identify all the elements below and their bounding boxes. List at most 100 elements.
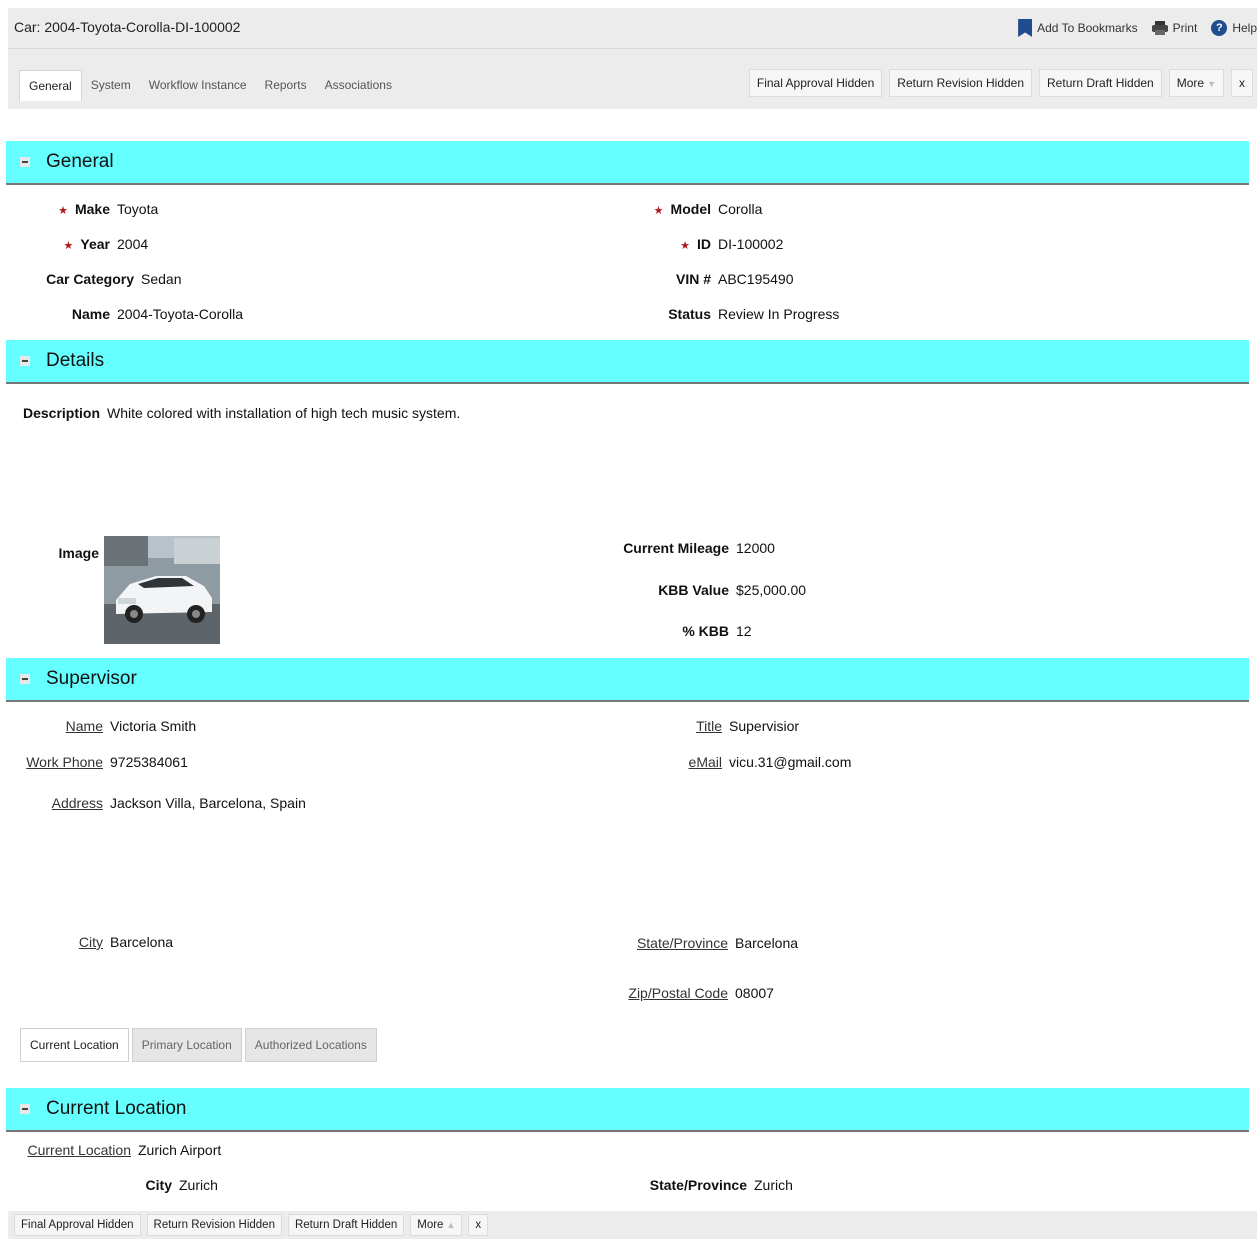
help-button[interactable]: ? Help [1211,20,1257,36]
workflow-actions: Final Approval Hidden Return Revision Hi… [742,69,1253,97]
supervisor-title-link[interactable]: Title [500,718,729,734]
location-tabs: Current Location Primary Location Author… [20,1028,380,1062]
tab-workflow-instance[interactable]: Workflow Instance [140,70,256,101]
tab-reports[interactable]: Reports [256,70,316,101]
current-location-section-title: Current Location [46,1098,187,1119]
email-value: vicu.31@gmail.com [729,754,852,770]
car-category-label: Car Category [46,271,134,287]
vin-value: ABC195490 [718,271,794,287]
work-phone-link[interactable]: Work Phone [0,754,110,770]
supervisor-section-header[interactable]: Supervisor [6,658,1249,702]
return-draft-button-bottom[interactable]: Return Draft Hidden [287,1214,405,1236]
city-field: City Barcelona [0,934,173,950]
window-title: Car: 2004-Toyota-Corolla-DI-100002 [14,19,241,35]
location-state-field: State/Province Zurich [500,1177,793,1193]
tab-system[interactable]: System [82,70,140,101]
collapse-icon[interactable] [20,674,30,684]
collapse-icon[interactable] [20,1104,30,1114]
general-section-header[interactable]: General [6,141,1249,185]
print-label: Print [1172,21,1198,35]
zip-value: 08007 [735,985,774,1001]
supervisor-title-value: Supervisior [729,718,800,734]
details-section-header[interactable]: Details [6,340,1249,384]
city-link[interactable]: City [0,934,110,950]
required-icon: ★ [58,205,68,217]
mileage-field: Current Mileage 12000 [500,540,775,556]
zip-link[interactable]: Zip/Postal Code [500,985,735,1001]
supervisor-title-field: Title Supervisior [500,718,799,734]
final-approval-button-bottom[interactable]: Final Approval Hidden [14,1214,141,1236]
make-value: Toyota [117,201,159,217]
zip-field: Zip/Postal Code 08007 [500,985,774,1001]
kbb-percent-label: % KBB [682,623,729,639]
return-revision-button-bottom[interactable]: Return Revision Hidden [146,1214,282,1236]
close-button[interactable]: x [1231,69,1253,97]
close-button-bottom[interactable]: x [468,1214,489,1236]
record-tabs: General System Workflow Instance Reports… [19,70,401,101]
vin-field: VIN # ABC195490 [500,271,794,287]
final-approval-button[interactable]: Final Approval Hidden [748,69,883,97]
model-label: Model [670,201,711,217]
supervisor-name-value: Victoria Smith [110,718,197,734]
required-icon: ★ [653,205,664,217]
status-label: Status [668,306,711,322]
kbb-value-field: KBB Value $25,000.00 [500,582,806,598]
id-field: ★ ID DI-100002 [500,236,783,252]
supervisor-section-title: Supervisor [46,668,137,689]
description-label: Description [22,405,100,421]
more-button[interactable]: More ▼ [1168,69,1224,97]
status-value: Review In Progress [718,306,840,322]
location-city-label: City [145,1177,172,1193]
work-phone-field: Work Phone 9725384061 [0,754,188,770]
tab-current-location[interactable]: Current Location [20,1028,129,1062]
vin-label: VIN # [675,271,711,287]
state-value: Barcelona [735,935,799,951]
return-draft-button[interactable]: Return Draft Hidden [1039,69,1162,97]
work-phone-value: 9725384061 [110,754,188,770]
kbb-value-value: $25,000.00 [736,582,807,598]
model-field: ★ Model Corolla [500,201,763,217]
tab-general[interactable]: General [19,70,82,101]
year-value: 2004 [117,236,149,252]
bookmark-icon: + [1018,19,1033,37]
current-location-link[interactable]: Current Location [0,1142,138,1158]
tab-associations[interactable]: Associations [316,70,401,101]
details-section-title: Details [46,350,105,371]
mileage-value: 12000 [736,540,775,556]
add-to-bookmarks-label: Add To Bookmarks [1037,21,1138,35]
return-revision-button[interactable]: Return Revision Hidden [889,69,1033,97]
status-field: Status Review In Progress [500,306,839,322]
collapse-icon[interactable] [20,356,30,366]
title-bar: Car: 2004-Toyota-Corolla-DI-100002 + Add… [8,8,1257,49]
make-label: Make [74,201,110,217]
required-icon: ★ [63,240,74,252]
image-label: Image [58,545,99,561]
location-state-label: State/Province [649,1177,747,1193]
collapse-icon[interactable] [20,157,30,167]
tab-authorized-locations[interactable]: Authorized Locations [244,1028,377,1062]
current-location-field: Current Location Zurich Airport [0,1142,221,1158]
year-label: Year [80,236,110,252]
more-button-bottom[interactable]: More ▲ [410,1214,463,1236]
address-link[interactable]: Address [0,795,110,811]
description-field: Description White colored with installat… [0,405,460,421]
supervisor-name-link[interactable]: Name [0,718,110,734]
id-value: DI-100002 [718,236,784,252]
image-field: Image [0,545,106,561]
current-location-value: Zurich Airport [138,1142,222,1158]
car-image[interactable] [104,536,220,644]
print-button[interactable]: Print [1151,21,1198,35]
chevron-up-icon: ▲ [446,1220,456,1230]
state-link[interactable]: State/Province [500,935,735,951]
year-field: ★ Year 2004 [0,236,149,252]
current-location-section-header[interactable]: Current Location [6,1088,1249,1132]
location-state-value: Zurich [754,1177,793,1193]
car-category-value: Sedan [141,271,182,287]
email-link[interactable]: eMail [500,754,729,770]
add-to-bookmarks-button[interactable]: + Add To Bookmarks [1018,19,1138,37]
tab-primary-location[interactable]: Primary Location [131,1028,242,1062]
id-label: ID [697,236,711,252]
supervisor-name-field: Name Victoria Smith [0,718,196,734]
description-value: White colored with installation of high … [107,405,461,421]
email-field: eMail vicu.31@gmail.com [500,754,852,770]
